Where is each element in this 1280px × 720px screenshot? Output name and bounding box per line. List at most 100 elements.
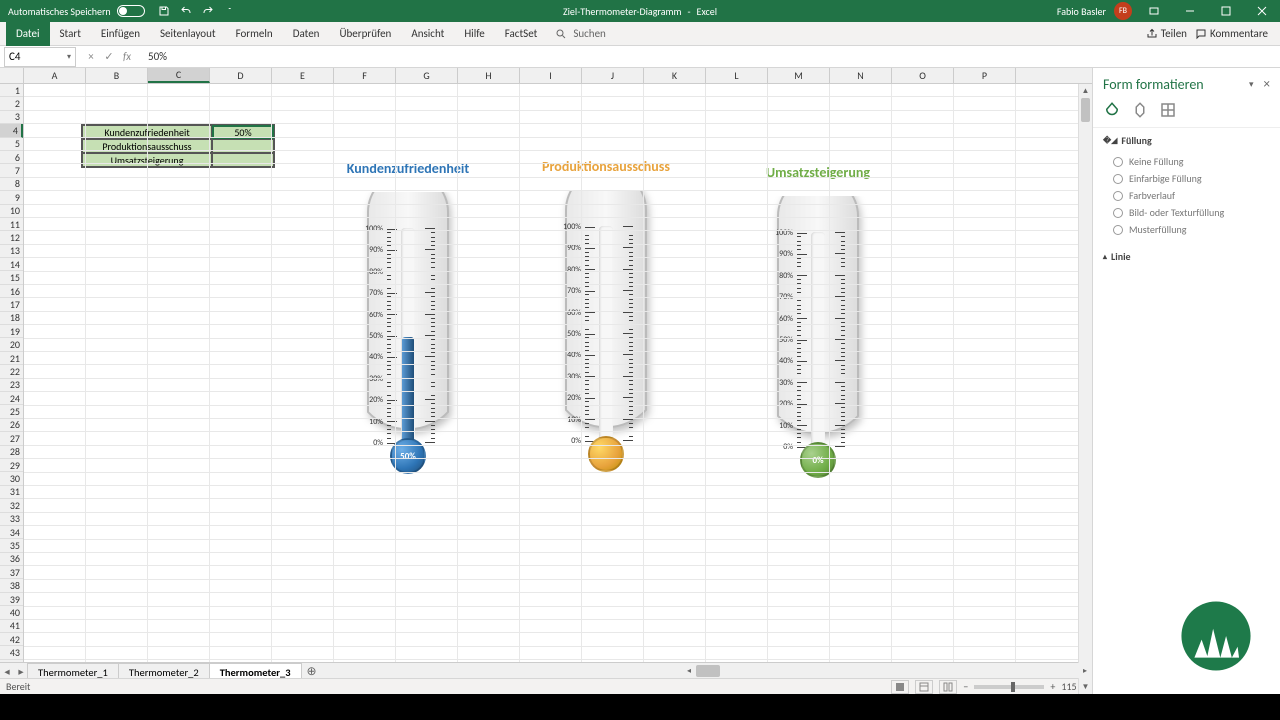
row-header[interactable]: 39 bbox=[0, 593, 23, 606]
scroll-down-icon[interactable]: ▼ bbox=[1079, 680, 1092, 694]
tab-nav-prev-icon[interactable]: ◂ bbox=[0, 663, 14, 679]
row-header[interactable]: 21 bbox=[0, 352, 23, 365]
row-header[interactable]: 37 bbox=[0, 566, 23, 579]
column-header[interactable]: G bbox=[396, 68, 458, 83]
select-all-corner[interactable] bbox=[0, 68, 24, 83]
row-header[interactable]: 18 bbox=[0, 312, 23, 325]
scrollbar-thumb[interactable] bbox=[696, 665, 720, 677]
row-header[interactable]: 4 bbox=[0, 124, 23, 137]
maximize-icon[interactable] bbox=[1212, 0, 1240, 22]
row-header[interactable]: 42 bbox=[0, 633, 23, 646]
vertical-scrollbar[interactable]: ▲ ▼ bbox=[1078, 84, 1092, 694]
share-button[interactable]: Teilen bbox=[1146, 27, 1187, 40]
horizontal-scrollbar[interactable]: ◂ ▸ bbox=[682, 663, 1092, 678]
row-header[interactable]: 5 bbox=[0, 138, 23, 151]
row-header[interactable]: 1 bbox=[0, 84, 23, 97]
ribbon-tab-daten[interactable]: Daten bbox=[283, 22, 330, 46]
column-header[interactable]: L bbox=[706, 68, 768, 83]
column-header[interactable]: O bbox=[892, 68, 954, 83]
row-header[interactable]: 36 bbox=[0, 553, 23, 566]
tab-nav-next-icon[interactable]: ▸ bbox=[14, 663, 28, 679]
row-header[interactable]: 17 bbox=[0, 298, 23, 311]
column-header[interactable]: M bbox=[768, 68, 830, 83]
row-header[interactable]: 14 bbox=[0, 258, 23, 271]
row-header[interactable]: 2 bbox=[0, 97, 23, 110]
column-header[interactable]: P bbox=[954, 68, 1016, 83]
undo-icon[interactable] bbox=[177, 2, 195, 20]
row-header[interactable]: 27 bbox=[0, 432, 23, 445]
row-header[interactable]: 10 bbox=[0, 205, 23, 218]
row-header[interactable]: 8 bbox=[0, 178, 23, 191]
row-header[interactable]: 25 bbox=[0, 405, 23, 418]
chevron-down-icon[interactable]: ▾ bbox=[67, 52, 71, 62]
scroll-left-icon[interactable]: ◂ bbox=[682, 666, 696, 676]
minimize-icon[interactable] bbox=[1176, 0, 1204, 22]
zoom-out-icon[interactable]: − bbox=[963, 680, 968, 693]
row-header[interactable]: 38 bbox=[0, 579, 23, 592]
scroll-right-icon[interactable]: ▸ bbox=[1078, 666, 1092, 676]
column-header[interactable]: C bbox=[148, 68, 210, 83]
column-header[interactable]: J bbox=[582, 68, 644, 83]
close-icon[interactable] bbox=[1248, 0, 1276, 22]
sheet-tab[interactable]: Thermometer_3 bbox=[209, 663, 302, 679]
column-header[interactable]: D bbox=[210, 68, 272, 83]
pane-options-icon[interactable]: ▾ bbox=[1239, 79, 1264, 90]
scroll-up-icon[interactable]: ▲ bbox=[1079, 84, 1092, 98]
ribbon-tab-überprüfen[interactable]: Überprüfen bbox=[329, 22, 401, 46]
row-header[interactable]: 19 bbox=[0, 325, 23, 338]
row-header[interactable]: 26 bbox=[0, 419, 23, 432]
row-header[interactable]: 24 bbox=[0, 392, 23, 405]
row-header[interactable]: 30 bbox=[0, 472, 23, 485]
row-header[interactable]: 43 bbox=[0, 646, 23, 659]
row-header[interactable]: 11 bbox=[0, 218, 23, 231]
fill-option[interactable]: Farbverlauf bbox=[1103, 187, 1270, 204]
row-header[interactable]: 31 bbox=[0, 486, 23, 499]
size-props-tab-icon[interactable] bbox=[1159, 101, 1177, 119]
row-header[interactable]: 6 bbox=[0, 151, 23, 164]
fill-option[interactable]: Musterfüllung bbox=[1103, 221, 1270, 238]
ribbon-tab-datei[interactable]: Datei bbox=[6, 22, 50, 46]
view-layout-icon[interactable] bbox=[915, 680, 933, 694]
row-header[interactable]: 34 bbox=[0, 526, 23, 539]
name-box[interactable]: C4 ▾ bbox=[4, 47, 76, 67]
redo-icon[interactable] bbox=[199, 2, 217, 20]
ribbon-tab-seitenlayout[interactable]: Seitenlayout bbox=[150, 22, 226, 46]
autosave-toggle[interactable]: Automatisches Speichern bbox=[0, 5, 153, 18]
zoom-in-icon[interactable]: + bbox=[1050, 680, 1055, 693]
row-header[interactable]: 15 bbox=[0, 271, 23, 284]
save-icon[interactable] bbox=[155, 2, 173, 20]
row-header[interactable]: 22 bbox=[0, 365, 23, 378]
row-header[interactable]: 29 bbox=[0, 459, 23, 472]
column-header[interactable]: B bbox=[86, 68, 148, 83]
line-section-header[interactable]: ▸Linie bbox=[1103, 250, 1270, 263]
ribbon-tab-ansicht[interactable]: Ansicht bbox=[401, 22, 454, 46]
ribbon-tab-formeln[interactable]: Formeln bbox=[226, 22, 283, 46]
fill-option[interactable]: Einfarbige Füllung bbox=[1103, 170, 1270, 187]
close-pane-icon[interactable]: × bbox=[1264, 77, 1270, 92]
row-header[interactable]: 40 bbox=[0, 606, 23, 619]
new-sheet-button[interactable]: ⊕ bbox=[302, 664, 322, 679]
formula-input[interactable]: 50% bbox=[142, 50, 1280, 63]
row-header[interactable]: 16 bbox=[0, 285, 23, 298]
row-header[interactable]: 3 bbox=[0, 111, 23, 124]
row-header[interactable]: 32 bbox=[0, 499, 23, 512]
view-normal-icon[interactable] bbox=[891, 680, 909, 694]
ribbon-tab-einfügen[interactable]: Einfügen bbox=[91, 22, 150, 46]
scrollbar-thumb[interactable] bbox=[1081, 98, 1090, 122]
column-header[interactable]: I bbox=[520, 68, 582, 83]
ribbon-tab-hilfe[interactable]: Hilfe bbox=[454, 22, 494, 46]
row-header[interactable]: 9 bbox=[0, 191, 23, 204]
tell-me-search[interactable]: Suchen bbox=[555, 27, 606, 40]
accept-formula-icon[interactable]: ✓ bbox=[102, 50, 116, 63]
column-header[interactable]: F bbox=[334, 68, 396, 83]
ribbon-tab-factset[interactable]: FactSet bbox=[495, 22, 548, 46]
row-header[interactable]: 35 bbox=[0, 539, 23, 552]
row-header[interactable]: 33 bbox=[0, 513, 23, 526]
fill-option[interactable]: Keine Füllung bbox=[1103, 153, 1270, 170]
row-header[interactable]: 23 bbox=[0, 379, 23, 392]
effects-tab-icon[interactable] bbox=[1131, 101, 1149, 119]
zoom-slider[interactable] bbox=[974, 685, 1044, 689]
ribbon-display-icon[interactable] bbox=[1140, 0, 1168, 22]
cancel-formula-icon[interactable]: × bbox=[84, 50, 98, 63]
worksheet-grid[interactable]: Kundenzufriedenheit 50% Produktionsaussc… bbox=[24, 84, 1092, 662]
